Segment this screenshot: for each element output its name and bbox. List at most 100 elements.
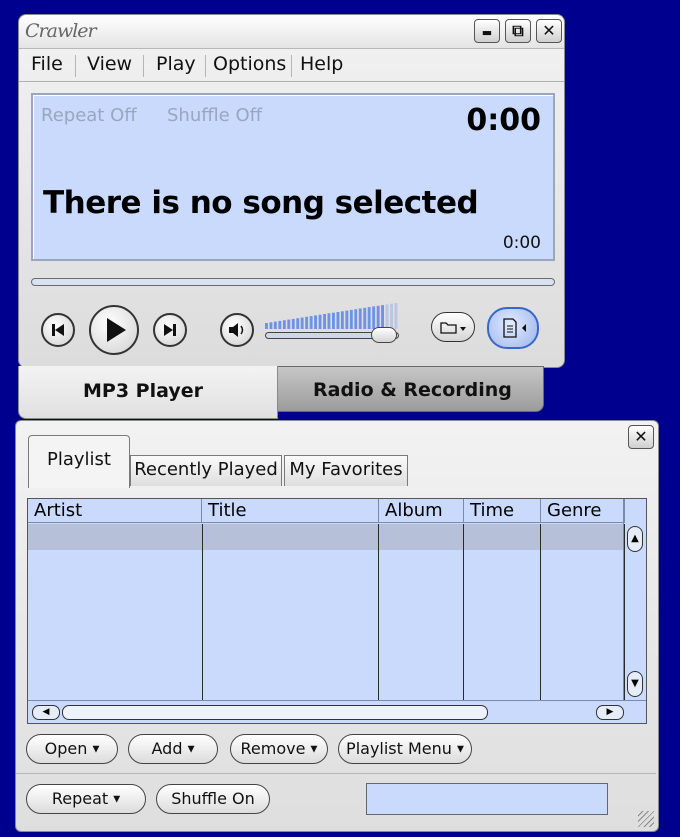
next-icon (164, 324, 176, 336)
volume-bar (354, 309, 358, 329)
divider (16, 773, 656, 774)
volume-bar (332, 312, 335, 329)
volume-slider-handle[interactable] (371, 327, 397, 343)
volume-bar (300, 317, 304, 329)
shuffle-status[interactable]: Shuffle Off (167, 105, 262, 126)
title-bar[interactable]: Crawler ▬ ⧉ ✕ (19, 15, 564, 49)
open-folder-button[interactable] (431, 312, 475, 342)
column-genre[interactable]: Genre (541, 499, 625, 523)
volume-bar (336, 312, 340, 329)
scroll-up-arrow-icon[interactable]: ▲ (627, 526, 643, 552)
tab-playlist[interactable]: Playlist (28, 435, 130, 488)
restore-icon: ⧉ (512, 21, 524, 40)
menu-separator (75, 55, 76, 77)
play-icon (107, 318, 126, 342)
chevron-down-icon: ▼ (92, 744, 100, 755)
column-divider (540, 524, 541, 700)
minimize-button[interactable]: ▬ (474, 19, 500, 43)
elapsed-time: 0:00 (466, 103, 541, 138)
vertical-scrollbar[interactable]: ▲ ▼ (623, 499, 646, 700)
volume-bar (381, 305, 384, 329)
column-divider (378, 524, 379, 700)
tab-radio-recording[interactable]: Radio & Recording (274, 366, 544, 412)
tab-recently-played[interactable]: Recently Played (130, 455, 282, 486)
app-logo: Crawler (25, 20, 97, 42)
volume-bar (318, 314, 322, 329)
scroll-left-arrow-icon[interactable]: ◀ (32, 705, 60, 720)
playlist-window: ✕ Playlist Recently Played My Favorites … (15, 420, 659, 832)
tab-label: Radio & Recording (313, 379, 512, 401)
restore-button[interactable]: ⧉ (505, 19, 531, 43)
repeat-status[interactable]: Repeat Off (41, 105, 137, 126)
play-button[interactable] (89, 305, 139, 355)
horizontal-scroll-thumb[interactable] (62, 705, 488, 720)
mute-button[interactable] (220, 313, 254, 347)
shuffle-button[interactable]: Shuffle On (156, 784, 270, 814)
previous-icon (52, 324, 64, 336)
playlist-toggle-button[interactable] (487, 307, 539, 349)
song-title: There is no song selected (43, 185, 479, 221)
volume-bar (358, 308, 362, 329)
volume-bar (305, 316, 309, 329)
close-icon: ✕ (542, 21, 556, 40)
document-icon (503, 318, 526, 338)
tab-label: MP3 Player (83, 380, 203, 402)
volume-bar (296, 318, 300, 329)
repeat-button[interactable]: Repeat ▼ (26, 784, 146, 814)
button-label: Repeat (51, 789, 109, 808)
button-label: Playlist Menu (346, 739, 452, 758)
tab-label: Playlist (47, 449, 111, 470)
volume-bar (269, 322, 273, 329)
menu-separator (205, 55, 206, 77)
volume-bar (394, 303, 398, 329)
folder-icon (440, 322, 466, 334)
volume-bar (376, 305, 380, 329)
menu-separator (143, 55, 144, 77)
menu-options[interactable]: Options (213, 53, 286, 75)
column-divider (202, 524, 203, 700)
column-divider (463, 524, 464, 700)
minimize-icon: ▬ (481, 26, 493, 39)
resize-grip-icon[interactable] (638, 811, 654, 827)
player-body: Crawler ▬ ⧉ ✕ File View Play Options Hel… (18, 14, 565, 368)
menu-play[interactable]: Play (156, 53, 196, 75)
button-label: Add (151, 739, 183, 758)
add-button[interactable]: Add ▼ (128, 734, 218, 764)
menu-file[interactable]: File (31, 53, 63, 75)
volume-bar (349, 309, 353, 329)
volume-bar (363, 307, 367, 329)
volume-bar (314, 315, 317, 329)
playlist-table[interactable]: Artist Title Album Time Genre ▲ ▼ ◀ ▶ (27, 498, 647, 724)
menu-view[interactable]: View (87, 53, 132, 75)
playlist-menu-button[interactable]: Playlist Menu ▼ (338, 734, 472, 764)
chevron-down-icon: ▼ (187, 744, 195, 755)
column-time[interactable]: Time (464, 499, 541, 523)
scroll-right-arrow-icon[interactable]: ▶ (596, 705, 624, 720)
next-button[interactable] (153, 313, 187, 347)
volume-bar (345, 310, 349, 329)
tab-my-favorites[interactable]: My Favorites (284, 455, 408, 486)
duration-time: 0:00 (502, 233, 541, 253)
column-title[interactable]: Title (202, 499, 379, 523)
column-artist[interactable]: Artist (28, 499, 202, 523)
horizontal-scrollbar[interactable]: ◀ ▶ (28, 700, 646, 723)
menu-separator (291, 55, 292, 77)
close-button[interactable]: ✕ (536, 19, 562, 43)
tab-mp3-player[interactable]: MP3 Player (18, 366, 278, 419)
volume-bar (282, 320, 286, 329)
table-row[interactable] (28, 524, 624, 550)
seek-bar[interactable] (31, 278, 555, 286)
column-album[interactable]: Album (379, 499, 464, 523)
scroll-down-arrow-icon[interactable]: ▼ (627, 671, 643, 697)
button-label: Shuffle On (171, 789, 255, 808)
previous-button[interactable] (41, 313, 75, 347)
volume-bar (287, 319, 291, 329)
volume-bar (273, 321, 277, 329)
menu-help[interactable]: Help (300, 53, 343, 75)
open-button[interactable]: Open ▼ (26, 734, 118, 764)
tab-label: My Favorites (289, 459, 403, 480)
volume-bar (265, 323, 268, 329)
remove-button[interactable]: Remove ▼ (230, 734, 328, 764)
volume-bar (372, 306, 376, 329)
player-window: Crawler ▬ ⧉ ✕ File View Play Options Hel… (18, 14, 565, 419)
